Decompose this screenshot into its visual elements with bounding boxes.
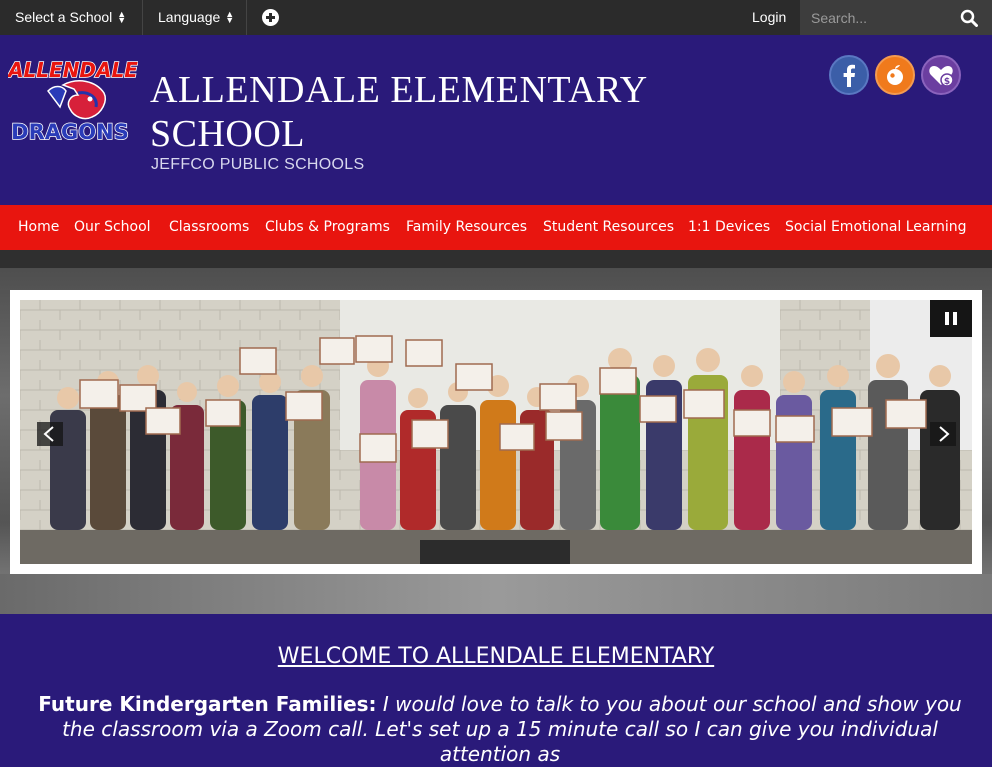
main-navigation: Home Our School Classrooms Clubs & Progr… (0, 205, 992, 250)
intro-bold-label: Future Kindergarten Families: (38, 692, 377, 716)
language-label: Language (158, 9, 221, 25)
nav-social-emotional-learning[interactable]: Social Emotional Learning (785, 205, 967, 250)
logo-text-bottom: DRAGONS (11, 120, 129, 144)
arrow-left-icon (43, 426, 54, 442)
facebook-button[interactable] (829, 55, 869, 95)
search-input[interactable] (800, 0, 960, 35)
divider (246, 0, 247, 35)
nav-devices[interactable]: 1:1 Devices (688, 205, 770, 250)
peachjar-button[interactable] (875, 55, 915, 95)
pause-icon (953, 312, 957, 325)
slide-photo-students-with-certificates (20, 300, 972, 564)
hero-background-bottom (0, 574, 992, 614)
nav-classrooms[interactable]: Classrooms (169, 205, 249, 250)
divider (142, 0, 143, 35)
select-school-label: Select a School (15, 9, 113, 25)
hero-background (0, 250, 992, 268)
language-dropdown[interactable]: Language ▲ ▼ (158, 0, 234, 35)
school-title-line1: ALLENDALE ELEMENTARY (150, 69, 648, 111)
nav-our-school[interactable]: Our School (74, 205, 151, 250)
district-name: JEFFCO PUBLIC SCHOOLS (151, 156, 365, 173)
updown-caret-icon: ▲ ▼ (117, 9, 127, 26)
login-link[interactable]: Login (752, 0, 786, 35)
intro-paragraph: Future Kindergarten Families: I would lo… (20, 692, 980, 767)
pause-icon (945, 312, 949, 325)
nav-student-resources[interactable]: Student Resources (543, 205, 674, 250)
welcome-heading: WELCOME TO ALLENDALE ELEMENTARY (277, 644, 715, 669)
slideshow-previous-button[interactable] (37, 422, 63, 446)
school-title[interactable]: ALLENDALE ELEMENTARY SCHOOL (150, 68, 648, 156)
slideshow-next-button[interactable] (930, 422, 956, 446)
slideshow-pause-button[interactable] (930, 300, 972, 337)
utility-bar: Select a School ▲ ▼ Language ▲ ▼ Login (0, 0, 992, 35)
donate-button[interactable]: $ (921, 55, 961, 95)
donate-heart-icon: $ (929, 66, 954, 87)
facebook-icon (843, 64, 855, 87)
nav-family-resources[interactable]: Family Resources (406, 205, 527, 250)
peachjar-icon (887, 65, 903, 85)
school-title-line2: SCHOOL (150, 113, 306, 155)
updown-caret-icon: ▲ ▼ (225, 9, 235, 26)
allendale-dragons-logo[interactable]: ALLENDALE DRAGONS (8, 55, 138, 155)
search-icon[interactable] (960, 9, 978, 27)
svg-text:$: $ (944, 77, 950, 87)
arrow-right-icon (939, 426, 950, 442)
main-content: WELCOME TO ALLENDALE ELEMENTARY Future K… (0, 614, 992, 766)
select-school-dropdown[interactable]: Select a School ▲ ▼ (15, 0, 126, 35)
plus-circle-icon[interactable] (262, 9, 279, 26)
site-header: ALLENDALE DRAGONS ALLENDALE ELEMENTARY S… (0, 35, 992, 205)
nav-home[interactable]: Home (18, 205, 59, 250)
logo-text-top: ALLENDALE (8, 58, 138, 82)
nav-clubs-programs[interactable]: Clubs & Programs (265, 205, 390, 250)
class-photo-image (20, 300, 972, 564)
